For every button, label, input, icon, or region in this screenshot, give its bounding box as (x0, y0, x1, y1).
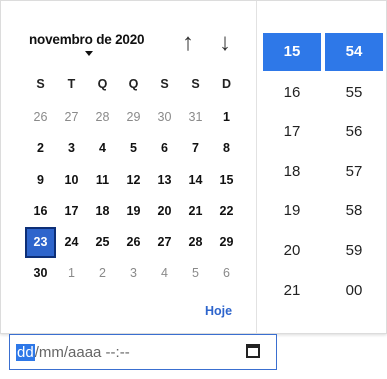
weekday-header: S T Q Q S S D (25, 77, 242, 91)
datetime-input[interactable]: dd/mm/aaaa --:-- (9, 334, 277, 370)
day-cell[interactable]: 30 (25, 258, 56, 289)
date-time-placeholder[interactable]: /mm/aaaa --:-- (35, 344, 130, 361)
minute-option-selected[interactable]: 54 (325, 33, 383, 71)
day-cell[interactable]: 12 (118, 165, 149, 196)
day-cell[interactable]: 9 (25, 165, 56, 196)
week-row: 26 27 28 29 30 31 1 (25, 102, 242, 133)
weekday-label: S (191, 77, 200, 91)
day-cell[interactable]: 30 (149, 102, 180, 133)
divider (256, 1, 257, 333)
week-row: 9 10 11 12 13 14 15 (25, 165, 242, 196)
day-cell[interactable]: 6 (149, 133, 180, 164)
weekday-label: S (160, 77, 169, 91)
minute-option[interactable]: 55 (325, 73, 383, 113)
minute-option[interactable]: 57 (325, 152, 383, 192)
datetime-input-value[interactable]: dd/mm/aaaa --:-- (16, 344, 130, 361)
previous-month-arrow-icon[interactable]: ↑ (182, 31, 194, 55)
day-cell[interactable]: 1 (56, 258, 87, 289)
weekday-label: Q (128, 77, 139, 91)
hour-option[interactable]: 20 (263, 231, 321, 271)
day-cell[interactable]: 1 (211, 102, 242, 133)
calendar-panel: novembro de 2020 ↑ ↓ S T Q Q S S D 26 27 2… (1, 1, 256, 333)
day-cell[interactable]: 10 (56, 165, 87, 196)
datetime-picker-popup: novembro de 2020 ↑ ↓ S T Q Q S S D 26 27 2… (0, 0, 387, 334)
week-row: 23 24 25 26 27 28 29 (25, 227, 242, 259)
day-cell[interactable]: 8 (211, 133, 242, 164)
day-cell[interactable]: 25 (87, 227, 118, 258)
weekday-label: T (67, 77, 76, 91)
day-cell[interactable]: 15 (211, 165, 242, 196)
day-cell[interactable]: 17 (56, 196, 87, 227)
calendar-icon[interactable] (246, 344, 260, 358)
day-cell[interactable]: 19 (118, 196, 149, 227)
day-cell[interactable]: 3 (118, 258, 149, 289)
day-cell[interactable]: 20 (149, 196, 180, 227)
day-cell[interactable]: 22 (211, 196, 242, 227)
day-cell[interactable]: 3 (56, 133, 87, 164)
day-cell[interactable]: 4 (149, 258, 180, 289)
weekday-label: S (36, 77, 45, 91)
day-cell[interactable]: 24 (56, 227, 87, 258)
day-cell[interactable]: 27 (56, 102, 87, 133)
today-button[interactable]: Hoje (205, 304, 232, 318)
day-cell[interactable]: 28 (180, 227, 211, 258)
week-row: 2345678 (25, 133, 242, 164)
day-cell[interactable]: 11 (87, 165, 118, 196)
day-cell[interactable]: 18 (87, 196, 118, 227)
week-row: 30 1 2 3 4 5 6 (25, 258, 242, 289)
day-cell[interactable]: 29 (211, 227, 242, 258)
day-cell-selected[interactable]: 23 (25, 227, 56, 259)
day-cell[interactable]: 14 (180, 165, 211, 196)
minute-option[interactable]: 56 (325, 112, 383, 152)
minute-option[interactable]: 58 (325, 191, 383, 231)
day-cell[interactable]: 5 (180, 258, 211, 289)
day-cell[interactable]: 31 (180, 102, 211, 133)
week-row: 16 17 18 19 20 21 22 (25, 196, 242, 227)
minute-option[interactable]: 59 (325, 231, 383, 271)
day-cell[interactable]: 2 (25, 133, 56, 164)
month-year-selector[interactable]: novembro de 2020 (29, 31, 145, 56)
day-cell[interactable]: 28 (87, 102, 118, 133)
day-cell[interactable]: 26 (25, 102, 56, 133)
day-cell[interactable]: 7 (180, 133, 211, 164)
day-cell[interactable]: 21 (180, 196, 211, 227)
day-segment[interactable]: dd (16, 344, 35, 361)
day-grid: 26 27 28 29 30 31 1 2 3 4 5 6 7 8 9 10 11 12 13 14 15 16 17 18 1… (25, 102, 242, 290)
hours-column[interactable]: 15 16 17 18 19 20 21 (263, 33, 321, 310)
day-cell[interactable]: 4 (87, 133, 118, 164)
weekday-label: D (221, 77, 232, 91)
hour-option[interactable]: 18 (263, 152, 321, 192)
hour-option[interactable]: 16 (263, 73, 321, 113)
next-month-arrow-icon[interactable]: ↓ (219, 31, 231, 55)
day-cell[interactable]: 16 (25, 196, 56, 227)
minute-option[interactable]: 00 (325, 271, 383, 311)
day-cell[interactable]: 13 (149, 165, 180, 196)
day-cell[interactable]: 26 (118, 227, 149, 258)
minutes-column[interactable]: 54 55 56 57 58 59 00 (325, 33, 383, 310)
day-cell[interactable]: 6 (211, 258, 242, 289)
hour-option-selected[interactable]: 15 (263, 33, 321, 71)
hour-option[interactable]: 19 (263, 191, 321, 231)
hour-option[interactable]: 21 (263, 271, 321, 311)
weekday-label: Q (97, 77, 108, 91)
month-year-label: novembro de 2020 (29, 32, 145, 47)
caret-down-icon (85, 51, 93, 56)
day-cell[interactable]: 27 (149, 227, 180, 258)
hour-option[interactable]: 17 (263, 112, 321, 152)
day-cell[interactable]: 5 (118, 133, 149, 164)
day-cell[interactable]: 29 (118, 102, 149, 133)
day-cell[interactable]: 2 (87, 258, 118, 289)
